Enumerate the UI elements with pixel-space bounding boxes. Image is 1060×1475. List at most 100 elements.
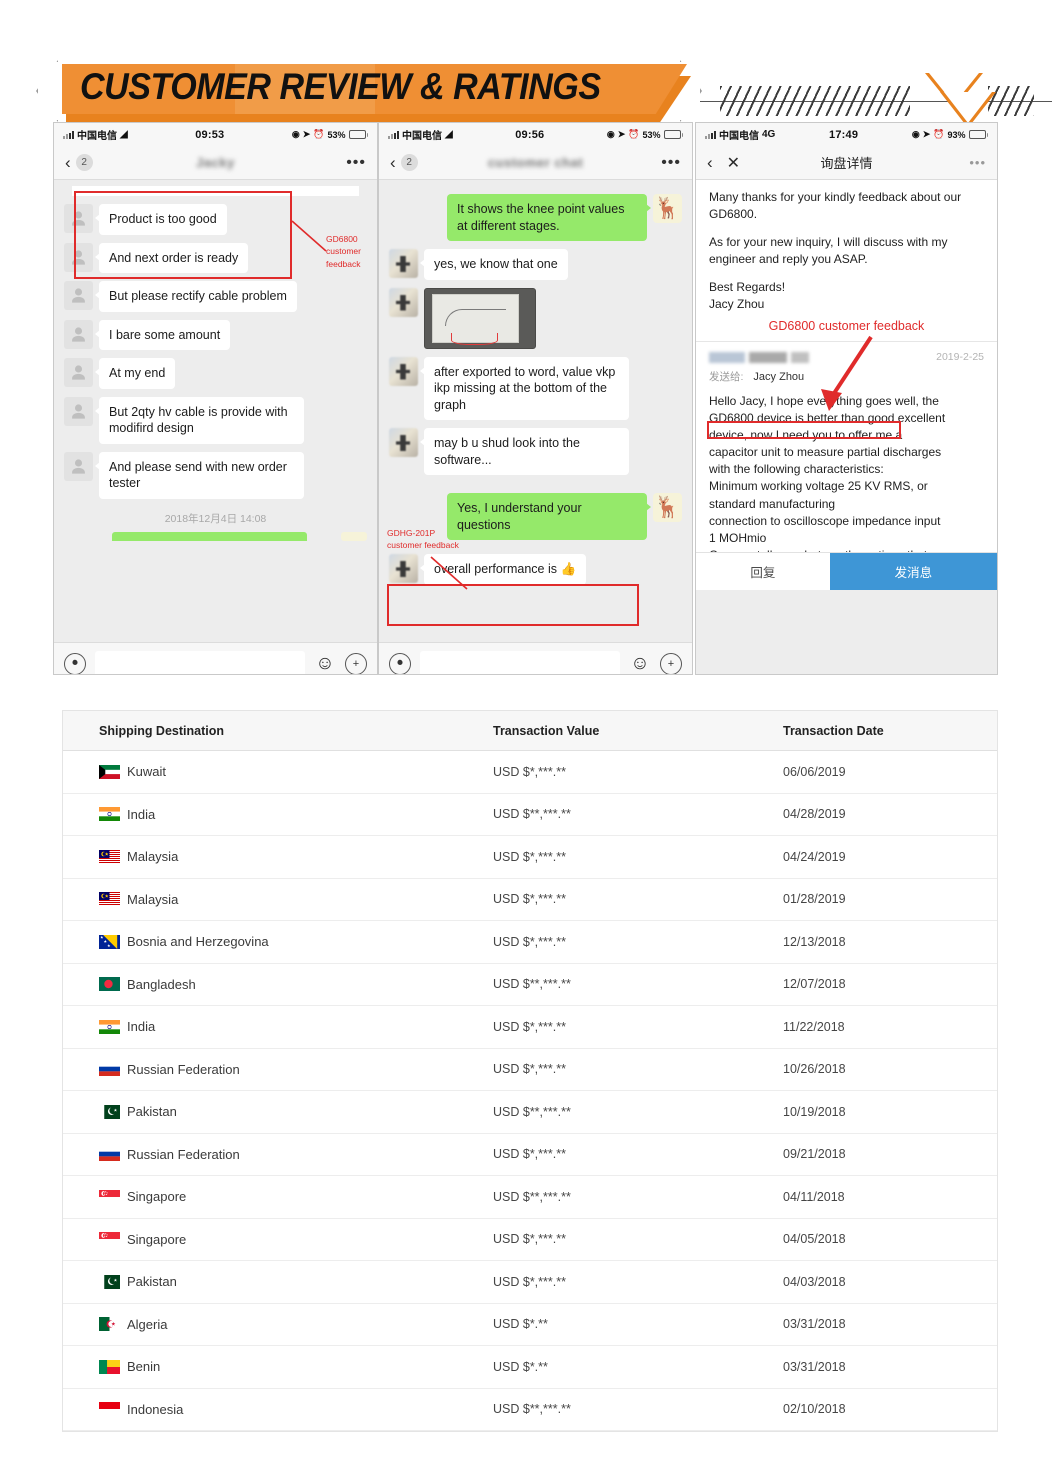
message-bubble: And please send with new order tester	[95, 451, 304, 499]
destination-cell: Bosnia and Herzegovina	[63, 934, 493, 949]
hatch-pattern-long	[720, 86, 910, 116]
transaction-value-cell: USD $*.**	[493, 1317, 548, 1332]
destination-cell: Benin	[63, 1359, 493, 1374]
destination-cell: Singapore	[63, 1232, 493, 1247]
wifi-icon: ◢	[120, 129, 128, 140]
more-icon[interactable]: •••	[969, 156, 986, 169]
chat-message: I bare some amount	[64, 319, 367, 350]
table-row[interactable]: Benin USD $*.** 03/31/2018	[63, 1346, 997, 1389]
flag-icon	[99, 1062, 120, 1077]
body-line-4: capacitor unit to measure partial discha…	[709, 445, 942, 460]
table-row[interactable]: Indonesia USD $**,***.** 02/10/2018	[63, 1389, 997, 1431]
destination-cell: Bangladesh	[63, 977, 493, 992]
flag-icon	[99, 764, 120, 779]
table-row[interactable]: India USD $*,***.** 11/22/2018	[63, 1006, 997, 1049]
table-row[interactable]: Bangladesh USD $**,***.** 12/07/2018	[63, 964, 997, 1006]
table-row[interactable]: Pakistan USD $*,***.** 04/03/2018	[63, 1261, 997, 1304]
chat-thread: It shows the knee point values at differ…	[379, 180, 692, 642]
voice-icon[interactable]: ⏺	[389, 652, 411, 674]
table-row[interactable]: Bosnia and Herzegovina USD $*,***.** 12/13…	[63, 921, 997, 964]
flag-icon	[99, 1147, 120, 1162]
emoji-icon[interactable]: ☺	[314, 653, 336, 675]
transaction-date-cell: 06/06/2019	[783, 764, 846, 779]
unread-badge[interactable]: 2	[75, 154, 93, 171]
highlighted-phrase: GD6800 device is better than good	[709, 411, 895, 426]
add-icon[interactable]: +	[345, 652, 367, 674]
chat-screenshot-2: 中国电信 ◢ 09:56 ◉ ➤ ⏰ 53% ‹ 2 customer chat…	[378, 122, 693, 675]
table-row[interactable]: Malaysia USD $*,***.** 01/28/2019	[63, 879, 997, 921]
more-icon[interactable]: •••	[346, 155, 366, 170]
add-icon[interactable]: +	[660, 652, 682, 674]
close-icon[interactable]: ✕	[727, 153, 740, 173]
emoji-icon[interactable]: ☺	[629, 653, 651, 675]
battery-icon	[663, 130, 683, 139]
avatar	[389, 428, 418, 457]
transactions-table: Shipping Destination Transaction Value T…	[62, 710, 998, 1432]
carrier-label: 中国电信	[402, 131, 442, 142]
body-line-2-rest: excellent	[894, 411, 946, 426]
table-row[interactable]: Singapore USD $*,***.** 04/05/2018	[63, 1219, 997, 1261]
email-paragraph-2: As for your new inquiry, I will discuss …	[709, 235, 948, 267]
reply-button[interactable]: 回复	[696, 553, 830, 590]
message-bubble: yes, we know that one	[420, 249, 568, 280]
more-icon[interactable]: •••	[661, 155, 681, 170]
unread-badge[interactable]: 2	[400, 154, 418, 171]
navigation-icon: ➤	[302, 129, 311, 139]
country-label: Singapore	[127, 1231, 187, 1247]
transaction-value-cell: USD $*,***.**	[493, 1062, 566, 1077]
status-left: 中国电信 ◢	[63, 127, 128, 142]
message-bubble: And next order is ready	[94, 242, 249, 273]
message-image[interactable]	[424, 287, 536, 349]
table-row[interactable]: India USD $**,***.** 04/28/2019	[63, 794, 997, 836]
table-row[interactable]: Russian Federation USD $*,***.** 09/21/201…	[63, 1134, 997, 1176]
transaction-date-cell: 12/07/2018	[783, 977, 846, 992]
chat-screenshot-1: 中国电信 ◢ 09:53 ◉ ➤ ⏰ 53% ‹ 2 Jacky ••• Pro…	[53, 122, 378, 675]
transaction-value-cell: USD $**,***.**	[493, 1104, 571, 1119]
table-body: Kuwait USD $*,***.** 06/06/2019 India USD $*…	[63, 751, 997, 1431]
avatar	[389, 554, 418, 583]
table-row[interactable]: Algeria USD $*.** 03/31/2018	[63, 1304, 997, 1346]
table-row[interactable]: Pakistan USD $**,***.** 10/19/2018	[63, 1091, 997, 1134]
table-row[interactable]: Russian Federation USD $*,***.** 10/26/201…	[63, 1049, 997, 1091]
transaction-date-cell: 04/24/2019	[783, 849, 846, 864]
column-header-date: Transaction Date	[783, 723, 884, 738]
destination-cell: Malaysia	[63, 892, 493, 907]
status-bar: 中国电信 4G 17:49 ◉ ➤ ⏰ 93%	[696, 123, 997, 146]
country-label: Algeria	[127, 1316, 168, 1332]
chat-message	[389, 287, 682, 349]
message-input[interactable]	[420, 651, 620, 674]
send-message-button[interactable]: 发消息	[829, 553, 997, 590]
body-line-5: with the following characteristics:	[709, 462, 884, 477]
transaction-value-cell: USD $*,***.**	[493, 934, 566, 949]
message-bubble: It shows the knee point values at differ…	[447, 194, 651, 241]
message-bubble: But please rectify cable problem	[95, 281, 297, 312]
signal-icon	[705, 130, 716, 139]
message-input-bar: ⏺ ☺ +	[379, 642, 692, 675]
transaction-value-cell: USD $**,***.**	[493, 977, 571, 992]
chat-title: customer chat	[487, 155, 584, 170]
table-row[interactable]: Singapore USD $**,***.** 04/11/2018	[63, 1176, 997, 1219]
voice-icon[interactable]: ⏺	[64, 652, 86, 674]
avatar	[653, 493, 682, 522]
chat-message: And please send with new order tester	[64, 451, 367, 499]
annotation-label-1: GD6800 customer feedback	[326, 234, 361, 269]
email-date: 2019-2-25	[936, 351, 984, 364]
destination-cell: Russian Federation	[63, 1062, 493, 1077]
flag-icon	[99, 1274, 120, 1289]
back-icon[interactable]: ‹	[707, 154, 713, 171]
status-time: 09:53	[195, 128, 225, 141]
battery-icon	[348, 130, 368, 139]
country-label: Indonesia	[127, 1401, 184, 1417]
signal-icon	[388, 130, 399, 139]
message-input[interactable]	[95, 651, 305, 674]
avatar	[64, 204, 93, 233]
table-row[interactable]: Malaysia USD $*,***.** 04/24/2019	[63, 836, 997, 879]
back-icon[interactable]: ‹	[390, 154, 396, 171]
table-row[interactable]: Kuwait USD $*,***.** 06/06/2019	[63, 751, 997, 794]
transaction-value-cell: USD $*,***.**	[493, 1274, 566, 1289]
alarm-icon: ⏰	[313, 129, 325, 139]
country-label: Russian Federation	[127, 1146, 240, 1162]
back-icon[interactable]: ‹	[65, 154, 71, 171]
transaction-date-cell: 10/19/2018	[783, 1104, 846, 1119]
carrier-label: 中国电信	[719, 131, 759, 142]
